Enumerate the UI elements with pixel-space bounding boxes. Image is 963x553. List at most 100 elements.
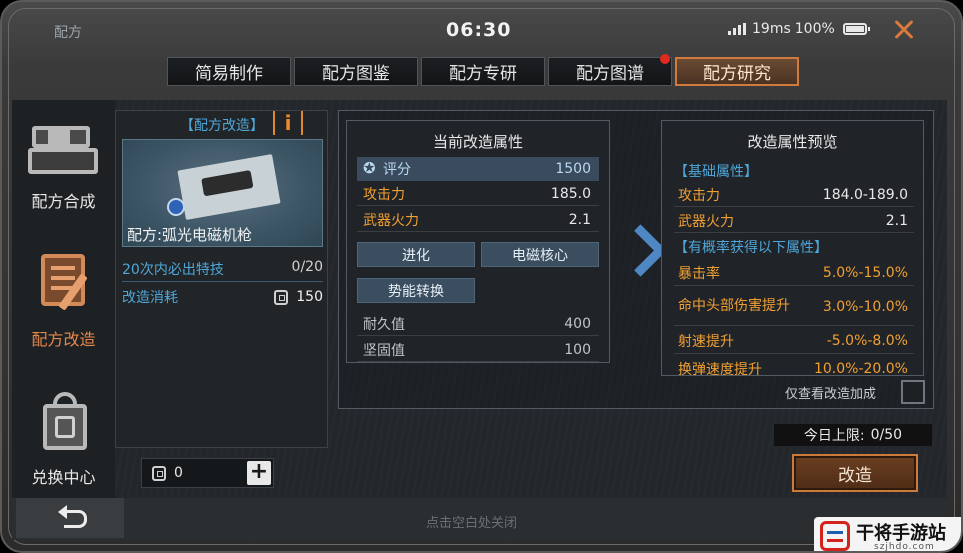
ping-text: 19ms bbox=[752, 21, 791, 37]
stat-value: 2.1 bbox=[568, 211, 591, 228]
guarantee-value: 0/20 bbox=[291, 259, 323, 275]
sidebar: 配方合成 配方改造 兑换中心 bbox=[12, 100, 115, 498]
modify-button[interactable]: 改造 bbox=[792, 454, 918, 492]
recipe-name: 配方:弧光电磁机枪 bbox=[127, 226, 253, 244]
recipe-image[interactable]: 配方:弧光电磁机枪 bbox=[122, 139, 323, 247]
preview-label: 射速提升 bbox=[678, 333, 734, 350]
window-title: 配方 bbox=[54, 25, 82, 41]
sidebar-item-label: 配方合成 bbox=[31, 192, 96, 211]
panel-title: 当前改造属性 bbox=[432, 133, 523, 151]
blueprint-paper bbox=[177, 154, 281, 220]
tab-label: 配方专研 bbox=[449, 64, 517, 84]
score-label: 评分 bbox=[383, 162, 411, 178]
stat-label: 坚固值 bbox=[363, 342, 405, 359]
guarantee-label: 20次内必出特技 bbox=[122, 262, 224, 278]
tab-recipe-study[interactable]: 配方专研 bbox=[421, 57, 545, 86]
sidebar-item-recipe-synthesis[interactable]: 配方合成 bbox=[12, 122, 115, 212]
tab-recipe-atlas[interactable]: 配方图谱 bbox=[548, 54, 672, 86]
preview-label: 暴击率 bbox=[678, 265, 720, 282]
recipe-card: 【配方改造】 i 配方:弧光电磁机枪 20次内必出特技 0/20 改造消耗 15… bbox=[115, 110, 328, 448]
stat-value: 185.0 bbox=[550, 185, 591, 202]
currency-box: 0 + bbox=[141, 458, 274, 488]
sidebar-item-exchange[interactable]: 兑换中心 bbox=[12, 390, 115, 488]
trait-kinetic-conversion[interactable]: 势能转换 bbox=[357, 278, 475, 303]
clipboard-edit-icon bbox=[29, 250, 99, 314]
sidebar-item-recipe-modify[interactable]: 配方改造 bbox=[12, 250, 115, 350]
guarantee-row: 20次内必出特技 0/20 bbox=[122, 259, 323, 282]
back-button[interactable] bbox=[16, 498, 124, 538]
stat-label: 攻击力 bbox=[363, 186, 405, 203]
battery-icon bbox=[842, 23, 870, 35]
tab-simple-craft[interactable]: 简易制作 bbox=[167, 57, 291, 86]
only-mod-checkbox[interactable] bbox=[901, 380, 925, 404]
durability-row: 坚固值 100 bbox=[357, 338, 599, 362]
preview-value: 2.1 bbox=[885, 212, 908, 229]
stat-row: 武器火力 2.1 bbox=[357, 208, 599, 232]
seal-icon bbox=[167, 198, 185, 216]
sidebar-item-label: 兑换中心 bbox=[31, 468, 96, 487]
preview-row: 攻击力 184.0-189.0 bbox=[674, 183, 914, 207]
preview-value: 10.0%-20.0% bbox=[813, 360, 908, 376]
top-bar: 配方 06:30 19ms 100% bbox=[2, 2, 961, 52]
tab-bar: 简易制作 配方图鉴 配方专研 配方图谱 配方研究 bbox=[167, 54, 799, 86]
preview-row: 武器火力 2.1 bbox=[674, 209, 914, 233]
status-area: 19ms 100% bbox=[728, 21, 870, 37]
close-icon[interactable] bbox=[890, 15, 918, 43]
preview-attributes-panel: 改造属性预览 【基础属性】 攻击力 184.0-189.0 武器火力 2.1 【… bbox=[661, 120, 924, 376]
preview-label: 命中头部伤害提升 bbox=[678, 298, 790, 314]
watermark: 干将手游站 szjhdo.com bbox=[814, 517, 961, 552]
signal-icon bbox=[728, 23, 746, 35]
trait-electromagnetic-core[interactable]: 电磁核心 bbox=[481, 242, 599, 267]
rating-icon bbox=[363, 159, 379, 177]
game-window: 配方 06:30 19ms 100% 简易制作 配方图鉴 配方专研 配方图谱 配… bbox=[0, 0, 963, 553]
close-hint: 点击空白处关闭 bbox=[426, 516, 518, 531]
panel-title: 改造属性预览 bbox=[747, 133, 838, 151]
chevron-right-icon bbox=[616, 224, 656, 284]
stat-row: 攻击力 185.0 bbox=[357, 182, 599, 206]
trait-evolution[interactable]: 进化 bbox=[357, 242, 475, 267]
currency-amount: 0 bbox=[174, 465, 183, 481]
preview-row: 射速提升 -5.0%-8.0% bbox=[674, 328, 914, 354]
info-button[interactable]: i bbox=[273, 111, 303, 135]
stat-value: 400 bbox=[564, 315, 591, 332]
cost-value: 150 bbox=[296, 289, 323, 305]
battery-text: 100% bbox=[794, 21, 835, 37]
preview-value: 184.0-189.0 bbox=[822, 186, 908, 203]
preview-value: -5.0%-8.0% bbox=[826, 332, 908, 349]
chance-section-title: 【有概率获得以下属性】 bbox=[674, 240, 828, 256]
notification-dot bbox=[660, 54, 670, 64]
tab-recipe-research[interactable]: 配方研究 bbox=[675, 57, 799, 86]
only-mod-label: 仅查看改造加成 bbox=[785, 387, 877, 402]
preview-row: 换弹速度提升 10.0%-20.0% bbox=[674, 356, 914, 376]
daily-limit-value: 0/50 bbox=[870, 427, 903, 443]
preview-label: 武器火力 bbox=[678, 213, 734, 230]
tab-label: 简易制作 bbox=[195, 64, 263, 84]
preview-row: 命中头部伤害提升 3.0%-10.0% bbox=[674, 288, 914, 326]
score-row: 评分 1500 bbox=[357, 157, 599, 181]
sidebar-item-label: 配方改造 bbox=[31, 330, 96, 349]
preview-value: 5.0%-15.0% bbox=[822, 264, 908, 281]
cost-row: 改造消耗 150 bbox=[122, 287, 323, 307]
tab-recipe-catalog[interactable]: 配方图鉴 bbox=[294, 57, 418, 86]
base-section-title: 【基础属性】 bbox=[674, 164, 758, 180]
preview-row: 暴击率 5.0%-15.0% bbox=[674, 260, 914, 286]
material-icon bbox=[152, 465, 166, 481]
watermark-url: szjhdo.com bbox=[874, 542, 935, 552]
watermark-logo-icon bbox=[820, 521, 850, 551]
back-arrow-icon bbox=[58, 505, 88, 528]
material-icon bbox=[274, 289, 289, 305]
daily-limit: 今日上限: 0/50 bbox=[774, 424, 932, 446]
cost-label: 改造消耗 bbox=[122, 290, 178, 306]
daily-limit-label: 今日上限: bbox=[803, 428, 865, 444]
durability-row: 耐久值 400 bbox=[357, 312, 599, 336]
recipe-header: 【配方改造】 bbox=[180, 118, 264, 134]
stat-value: 100 bbox=[564, 341, 591, 358]
current-attributes-panel: 当前改造属性 评分 1500 攻击力 185.0 武器火力 2.1 进化 电磁核… bbox=[346, 120, 610, 363]
preview-label: 攻击力 bbox=[678, 187, 720, 204]
tab-label: 配方研究 bbox=[703, 64, 771, 84]
tab-label: 配方图鉴 bbox=[322, 64, 390, 84]
stat-label: 武器火力 bbox=[363, 212, 419, 229]
add-currency-button[interactable]: + bbox=[247, 461, 271, 485]
clock: 06:30 bbox=[446, 19, 512, 41]
shopping-bag-icon bbox=[29, 390, 99, 454]
